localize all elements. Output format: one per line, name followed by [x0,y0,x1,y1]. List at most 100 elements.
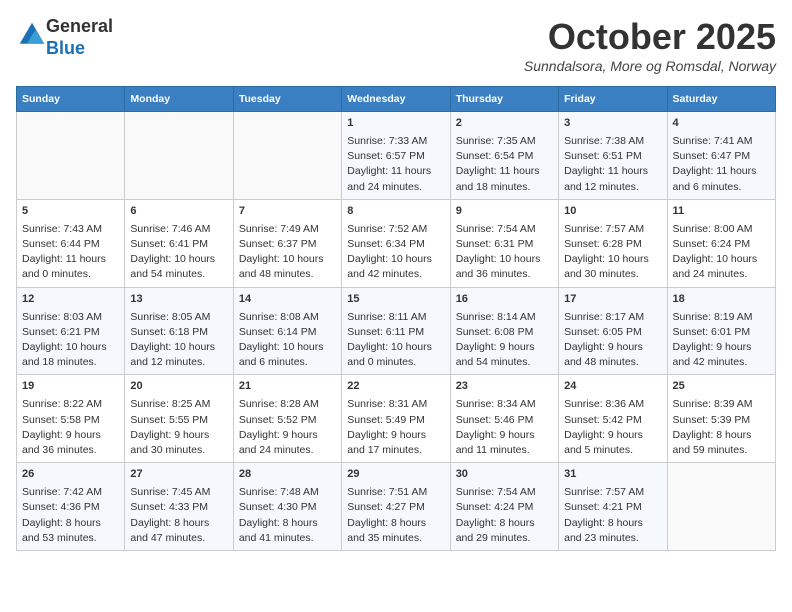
day-number: 31 [564,467,661,483]
day-info-line: Daylight: 10 hours [239,252,336,267]
day-number: 14 [239,292,336,308]
day-info-line: Sunrise: 7:46 AM [130,222,227,237]
calendar-table: SundayMondayTuesdayWednesdayThursdayFrid… [16,86,776,551]
day-info-line: Daylight: 9 hours [564,340,661,355]
calendar-cell [125,112,233,200]
day-info-line: Sunrise: 8:14 AM [456,310,553,325]
logo-blue: Blue [46,38,85,58]
calendar-cell: 12Sunrise: 8:03 AMSunset: 6:21 PMDayligh… [17,287,125,375]
day-info-line: Sunset: 6:18 PM [130,325,227,340]
calendar-cell [17,112,125,200]
calendar-cell: 26Sunrise: 7:42 AMSunset: 4:36 PMDayligh… [17,463,125,551]
day-number: 2 [456,116,553,132]
page-header: General Blue October 2025 Sunndalsora, M… [16,16,776,74]
day-number: 9 [456,204,553,220]
day-info-line: Daylight: 8 hours [130,516,227,531]
day-info-line: Daylight: 8 hours [239,516,336,531]
day-info-line: Sunset: 5:42 PM [564,413,661,428]
day-number: 23 [456,379,553,395]
day-info-line: Daylight: 10 hours [22,340,119,355]
day-info-line: Daylight: 8 hours [564,516,661,531]
day-number: 3 [564,116,661,132]
day-info-line: Daylight: 11 hours [456,164,553,179]
calendar-header-row: SundayMondayTuesdayWednesdayThursdayFrid… [17,87,776,112]
day-info-line: and 5 minutes. [564,443,661,458]
day-info-line: Sunrise: 7:33 AM [347,134,444,149]
day-info-line: Sunrise: 8:39 AM [673,397,770,412]
day-info-line: and 11 minutes. [456,443,553,458]
day-info-line: and 47 minutes. [130,531,227,546]
day-info-line: Daylight: 11 hours [347,164,444,179]
calendar-cell: 18Sunrise: 8:19 AMSunset: 6:01 PMDayligh… [667,287,775,375]
calendar-cell: 30Sunrise: 7:54 AMSunset: 4:24 PMDayligh… [450,463,558,551]
day-info-line: Sunset: 6:37 PM [239,237,336,252]
day-info-line: Daylight: 9 hours [456,340,553,355]
day-info-line: Sunset: 5:49 PM [347,413,444,428]
calendar-cell: 4Sunrise: 7:41 AMSunset: 6:47 PMDaylight… [667,112,775,200]
day-info-line: Sunset: 6:57 PM [347,149,444,164]
day-info-line: Sunrise: 8:36 AM [564,397,661,412]
day-number: 28 [239,467,336,483]
day-number: 30 [456,467,553,483]
day-info-line: Daylight: 9 hours [456,428,553,443]
day-info-line: Daylight: 10 hours [130,252,227,267]
day-info-line: Sunset: 4:33 PM [130,500,227,515]
day-info-line: Daylight: 9 hours [239,428,336,443]
day-number: 26 [22,467,119,483]
week-row-2: 5 Sunrise: 7:43 AMSunset: 6:44 PM Daylight… [17,199,776,287]
day-info-line: and 0 minutes. [347,355,444,370]
day-info-line: Daylight: 9 hours [347,428,444,443]
day-number: 8 [347,204,444,220]
day-info-line: Sunset: 6:34 PM [347,237,444,252]
calendar-cell: 27Sunrise: 7:45 AMSunset: 4:33 PMDayligh… [125,463,233,551]
day-info-line: Sunrise: 7:57 AM [564,222,661,237]
week-row-1: 1Sunrise: 7:33 AMSunset: 6:57 PMDaylight… [17,112,776,200]
day-number: 7 [239,204,336,220]
calendar-cell: 13Sunrise: 8:05 AMSunset: 6:18 PMDayligh… [125,287,233,375]
day-info-line: and 59 minutes. [673,443,770,458]
column-header-saturday: Saturday [667,87,775,112]
day-info-line: Daylight: 10 hours [673,252,770,267]
calendar-cell: 8Sunrise: 7:52 AMSunset: 6:34 PMDaylight… [342,199,450,287]
month-title: October 2025 [524,16,776,58]
day-info-line: Sunset: 6:44 PM [22,237,119,252]
day-number: 27 [130,467,227,483]
logo-general: General [46,16,113,36]
day-info-line: Sunset: 4:27 PM [347,500,444,515]
location: Sunndalsora, More og Romsdal, Norway [524,58,776,74]
day-info-line: Sunrise: 7:57 AM [564,485,661,500]
day-info-line: Sunrise: 8:05 AM [130,310,227,325]
day-info-line: Sunset: 4:36 PM [22,500,119,515]
calendar-cell: 21Sunrise: 8:28 AMSunset: 5:52 PMDayligh… [233,375,341,463]
day-info-line: Sunrise: 8:28 AM [239,397,336,412]
calendar-cell: 20Sunrise: 8:25 AMSunset: 5:55 PMDayligh… [125,375,233,463]
day-info-line: Sunrise: 7:43 AM [22,222,119,237]
column-header-monday: Monday [125,87,233,112]
day-info-line: and 24 minutes. [239,443,336,458]
calendar-cell: 25Sunrise: 8:39 AMSunset: 5:39 PMDayligh… [667,375,775,463]
day-info-line: Sunset: 6:14 PM [239,325,336,340]
day-number: 5 [22,204,119,220]
day-info-line: Daylight: 10 hours [130,340,227,355]
day-info-line: and 18 minutes. [456,180,553,195]
day-info-line: and 42 minutes. [347,267,444,282]
day-number: 12 [22,292,119,308]
day-info-line: Sunrise: 8:34 AM [456,397,553,412]
day-info-line: Sunset: 6:08 PM [456,325,553,340]
calendar-cell: 11Sunrise: 8:00 AMSunset: 6:24 PMDayligh… [667,199,775,287]
calendar-cell: 14Sunrise: 8:08 AMSunset: 6:14 PMDayligh… [233,287,341,375]
day-info-line: Sunrise: 7:42 AM [22,485,119,500]
logo-icon [18,21,46,49]
calendar-cell: 15Sunrise: 8:11 AMSunset: 6:11 PMDayligh… [342,287,450,375]
day-info-line: Sunrise: 8:17 AM [564,310,661,325]
day-info-line: Sunrise: 7:54 AM [456,222,553,237]
day-number: 4 [673,116,770,132]
column-header-sunday: Sunday [17,87,125,112]
calendar-cell: 17Sunrise: 8:17 AMSunset: 6:05 PMDayligh… [559,287,667,375]
day-info-line: Sunrise: 7:52 AM [347,222,444,237]
day-info-line: Daylight: 10 hours [347,340,444,355]
day-number: 22 [347,379,444,395]
day-info-line: and 24 minutes. [347,180,444,195]
day-info-line: Daylight: 9 hours [130,428,227,443]
day-number: 19 [22,379,119,395]
